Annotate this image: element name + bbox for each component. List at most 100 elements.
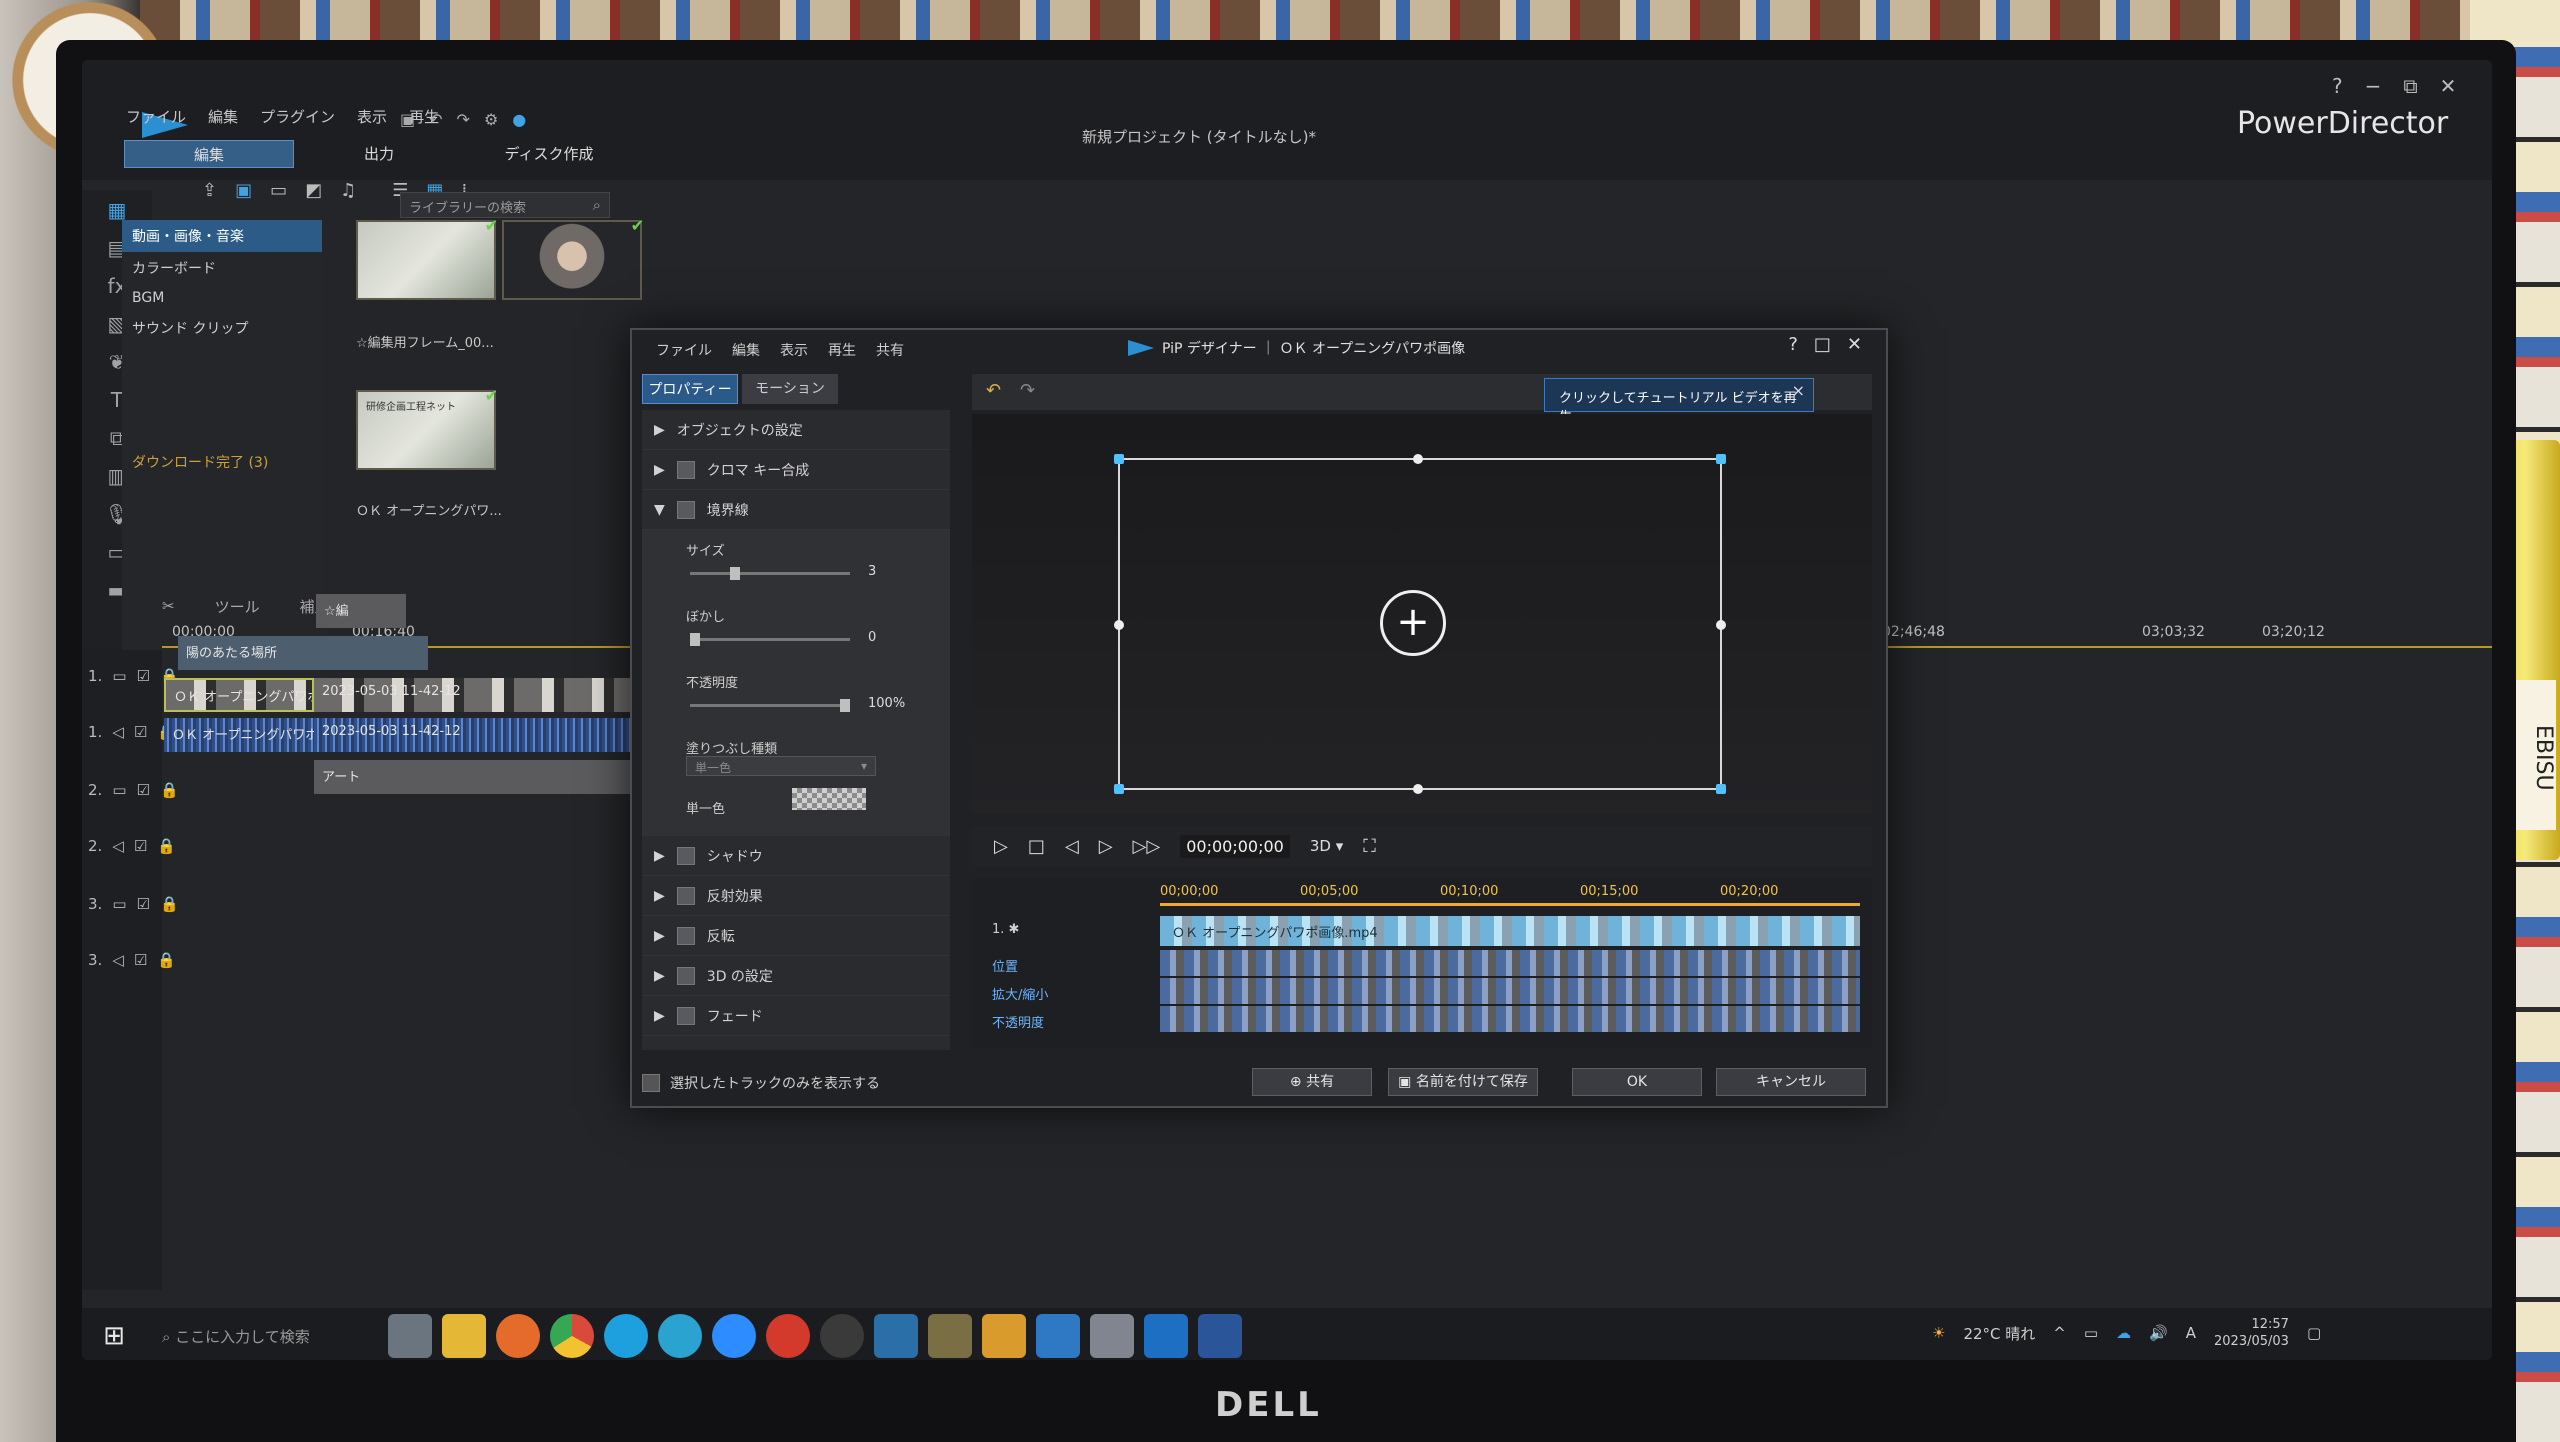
obs-icon[interactable] — [820, 1314, 864, 1358]
menu-edit[interactable]: 編集 — [208, 106, 238, 127]
ime-indicator[interactable]: A — [2186, 1324, 2196, 1342]
tree-item-bgm[interactable]: BGM — [122, 284, 322, 312]
resize-handle[interactable] — [1413, 454, 1423, 464]
checkbox[interactable] — [676, 1006, 695, 1025]
timeline-clip[interactable]: ☆編 — [316, 594, 406, 628]
chevron-up-icon[interactable]: ^ — [2053, 1324, 2066, 1342]
lock-icon[interactable]: 🔒 — [157, 951, 176, 969]
task-view-icon[interactable] — [388, 1314, 432, 1358]
audio-clip[interactable]: ＯＫ オープニングパワポ画像 — [164, 718, 314, 752]
slider-knob[interactable] — [840, 699, 850, 712]
move-crosshair-icon[interactable]: + — [1380, 590, 1446, 656]
checkbox-icon[interactable]: ☑ — [137, 895, 150, 913]
undo-icon[interactable]: ↶ — [429, 110, 442, 129]
pip-clip[interactable]: ＯＫ オープニングパワポ画像.mp4 — [1160, 916, 1860, 946]
outlook-icon[interactable] — [1144, 1314, 1188, 1358]
pip-menu-play[interactable]: 再生 — [828, 340, 856, 360]
checkbox[interactable] — [676, 966, 695, 985]
save-icon[interactable]: ▣ — [400, 110, 415, 129]
tab-motion[interactable]: モーション — [742, 374, 838, 404]
onedrive-icon[interactable]: ☁ — [2116, 1324, 2131, 1342]
close-icon[interactable]: ✕ — [2440, 74, 2457, 98]
windows-start-icon[interactable]: ⊞ — [92, 1314, 136, 1358]
play-icon[interactable]: ▷ — [994, 836, 1008, 857]
lock-icon[interactable]: 🔒 — [160, 781, 179, 799]
media-thumbnail[interactable]: ✔ — [502, 216, 644, 300]
opacity-slider[interactable] — [690, 699, 850, 712]
tools-dropdown[interactable]: ツール — [215, 596, 260, 617]
cancel-button[interactable]: キャンセル — [1716, 1068, 1866, 1096]
timeline-clip[interactable]: 陽のあたる場所 — [178, 636, 428, 670]
pip-object-bounding-box[interactable]: + — [1114, 454, 1726, 794]
keyframe-row[interactable] — [1160, 1006, 1860, 1032]
share-button[interactable]: ⊕ 共有 — [1252, 1068, 1372, 1096]
app-icon[interactable] — [1036, 1314, 1080, 1358]
menu-view[interactable]: 表示 — [357, 106, 387, 127]
color-swatch[interactable] — [792, 788, 866, 810]
weather-text[interactable]: 22°C 晴れ — [1963, 1323, 2035, 1344]
tree-item-sound-clip[interactable]: サウンド クリップ — [122, 312, 322, 344]
record-icon[interactable] — [766, 1314, 810, 1358]
section-reflection[interactable]: ▶ 反射効果 — [642, 876, 950, 916]
split-icon[interactable]: ✂ — [162, 597, 175, 615]
keyframe-scale-label[interactable]: 拡大/縮小 — [976, 978, 1156, 1006]
fullscreen-icon[interactable]: ⛶ — [1363, 836, 1376, 857]
skype-icon[interactable] — [604, 1314, 648, 1358]
tab-output[interactable]: 出力 — [294, 140, 464, 168]
help-icon[interactable]: ? — [1788, 334, 1798, 355]
volume-icon[interactable]: 🔊 — [2149, 1324, 2168, 1342]
import-icon[interactable]: ⇪ — [202, 180, 217, 201]
section-border[interactable]: ▼ 境界線 — [642, 490, 950, 530]
stop-icon[interactable]: □ — [1028, 836, 1045, 857]
media-thumbnail[interactable]: ✔ — [356, 216, 498, 300]
checkbox-icon[interactable]: ☑ — [137, 667, 150, 685]
show-selected-only-checkbox[interactable] — [642, 1074, 660, 1092]
blur-slider[interactable] — [690, 633, 850, 646]
tab-disc[interactable]: ディスク作成 — [464, 140, 634, 168]
edge-icon[interactable] — [658, 1314, 702, 1358]
pip-menu-file[interactable]: ファイル — [656, 340, 712, 360]
pip-menu-view[interactable]: 表示 — [780, 340, 808, 360]
filter-video-icon[interactable]: ▣ — [235, 180, 252, 201]
word-icon[interactable] — [1198, 1314, 1242, 1358]
section-object-settings[interactable]: ▶ オブジェクトの設定 — [642, 410, 950, 450]
timecode-display[interactable]: 00;00;00;00 — [1180, 834, 1290, 858]
next-frame-icon[interactable]: ▷ — [1099, 836, 1113, 857]
checkbox[interactable] — [676, 926, 695, 945]
checkbox[interactable] — [676, 460, 695, 479]
network-icon[interactable]: ▭ — [2084, 1324, 2098, 1342]
file-explorer-icon[interactable] — [442, 1314, 486, 1358]
size-slider[interactable] — [690, 567, 850, 580]
weather-icon[interactable]: ☀ — [1932, 1324, 1945, 1342]
pip-menu-edit[interactable]: 編集 — [732, 340, 760, 360]
camera-icon[interactable] — [1090, 1314, 1134, 1358]
notification-icon[interactable]: ● — [512, 110, 526, 129]
settings-icon[interactable]: ⚙ — [484, 110, 498, 129]
preview-canvas[interactable]: + — [972, 414, 1872, 814]
section-3d-settings[interactable]: ▶ 3D の設定 — [642, 956, 950, 996]
resize-handle[interactable] — [1114, 784, 1124, 794]
checkbox-icon[interactable]: ☑ — [134, 837, 147, 855]
taskbar-clock[interactable]: 12:57 2023/05/03 — [2214, 1316, 2289, 1350]
keyframe-opacity-label[interactable]: 不透明度 — [976, 1006, 1156, 1034]
resize-handle[interactable] — [1716, 454, 1726, 464]
close-icon[interactable]: × — [1792, 381, 1805, 400]
ok-button[interactable]: OK — [1572, 1068, 1702, 1096]
keyframe-position-label[interactable]: 位置 — [976, 950, 1156, 978]
help-icon[interactable]: ? — [2332, 74, 2343, 98]
undo-icon[interactable]: ↶ — [986, 380, 1001, 401]
firefox-icon[interactable] — [496, 1314, 540, 1358]
zoom-icon[interactable] — [712, 1314, 756, 1358]
resize-handle[interactable] — [1716, 784, 1726, 794]
previous-frame-icon[interactable]: ◁ — [1065, 836, 1079, 857]
timeline-clip-selected[interactable]: ＯＫ オープニングパワポ画像 — [164, 678, 314, 712]
tree-item-media[interactable]: 動画・画像・音楽 — [122, 220, 322, 252]
resize-handle[interactable] — [1114, 454, 1124, 464]
app-icon[interactable] — [982, 1314, 1026, 1358]
fill-type-dropdown[interactable]: 単一色 ▾ — [686, 756, 876, 776]
checkbox-icon[interactable]: ☑ — [134, 951, 147, 969]
tab-properties[interactable]: プロパティー — [642, 374, 738, 404]
notification-center-icon[interactable]: ▢ — [2307, 1324, 2321, 1342]
filter-music-icon[interactable]: ♫ — [340, 180, 356, 201]
chrome-icon[interactable] — [550, 1314, 594, 1358]
